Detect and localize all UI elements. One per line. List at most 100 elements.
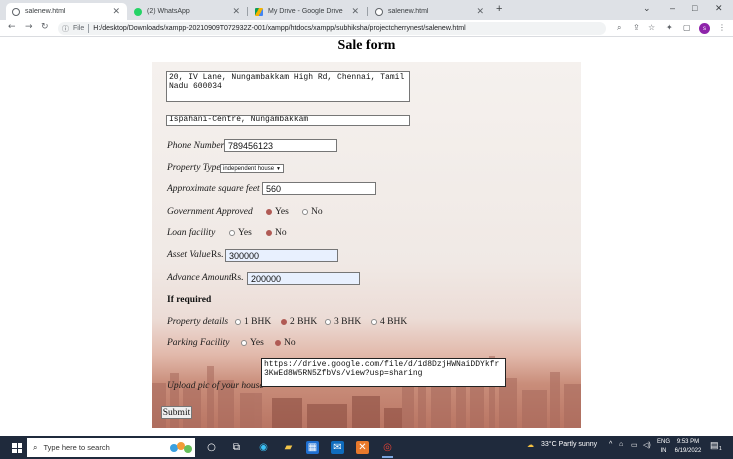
bhk-3-radio[interactable]: 3 BHK <box>325 317 361 327</box>
close-tab-icon[interactable]: ✕ <box>351 6 359 17</box>
advance-unit: Rs. <box>231 273 244 283</box>
loan-label: Loan facility <box>167 228 216 238</box>
sqft-label: Approximate square feet <box>167 184 260 194</box>
govt-approved-no-radio[interactable]: No <box>302 207 323 217</box>
advance-amount-label: Advance Amount <box>167 273 232 283</box>
clock-date: 6/19/2022 <box>674 448 702 454</box>
phone-input[interactable]: 789456123 <box>224 139 337 152</box>
close-tab-icon[interactable]: ✕ <box>232 6 240 17</box>
radio-label: No <box>311 207 323 217</box>
sqft-input[interactable]: 560 <box>262 182 376 195</box>
share-icon[interactable]: ⇪ <box>633 23 640 32</box>
url-divider <box>88 24 90 33</box>
radio-dot <box>325 319 331 325</box>
edge-browser-icon[interactable]: ◉ <box>257 441 270 454</box>
lang-line-2: IN <box>660 448 667 454</box>
info-icon[interactable]: ⓘ <box>62 24 69 34</box>
radio-label: 4 BHK <box>380 317 408 327</box>
reload-icon[interactable]: ↻ <box>41 22 49 32</box>
bhk-2-radio[interactable]: 2 BHK <box>281 317 317 327</box>
profile-avatar[interactable]: s <box>699 23 710 34</box>
parking-no-radio[interactable]: No <box>275 338 296 348</box>
network-icon[interactable]: ⌂ <box>619 441 623 448</box>
upload-link-textarea[interactable]: https://drive.google.com/file/d/1d8DzjHW… <box>261 358 506 387</box>
notification-center-icon[interactable]: ▤ <box>710 440 719 451</box>
govt-approved-yes-radio[interactable]: Yes <box>266 207 289 217</box>
browser-toolbar: ← → ↻ ⓘ File H:/desktop/Downloads/xampp-… <box>0 20 733 37</box>
microsoft-store-icon[interactable]: ▦ <box>306 441 319 454</box>
volume-icon[interactable]: ◁) <box>643 441 651 449</box>
cortana-icon[interactable]: ○ <box>205 441 218 454</box>
radio-label: Yes <box>275 207 289 217</box>
windows-taskbar: ⌕ Type here to search ○ ⧉ ◉ ▰ ▦ ✉ ✕ ◎ ☁ … <box>0 436 733 459</box>
asset-value-label: Asset Value <box>167 250 211 260</box>
tab-search-button[interactable]: ⌄ <box>643 3 651 14</box>
address-bar[interactable]: ⓘ File H:/desktop/Downloads/xampp-202109… <box>58 22 606 35</box>
radio-label: No <box>284 338 296 348</box>
minimize-button[interactable]: – <box>670 3 675 13</box>
forward-arrow-icon[interactable]: → <box>25 22 33 32</box>
radio-label: 3 BHK <box>334 317 362 327</box>
tab-google-drive[interactable]: My Drive - Google Drive ✕ <box>249 3 366 20</box>
xampp-icon[interactable]: ✕ <box>356 441 369 454</box>
loan-yes-radio[interactable]: Yes <box>229 228 252 238</box>
parking-label: Parking Facility <box>167 338 230 348</box>
radio-dot <box>371 319 377 325</box>
close-tab-icon[interactable]: ✕ <box>112 6 120 17</box>
lang-line-1: ENG <box>657 439 671 445</box>
side-panel-icon[interactable]: ▢ <box>683 23 691 32</box>
search-icon: ⌕ <box>33 442 38 452</box>
back-arrow-icon[interactable]: ← <box>8 22 16 32</box>
taskbar-search-box[interactable]: ⌕ Type here to search <box>27 438 195 457</box>
language-indicator[interactable]: ENG IN <box>657 438 670 456</box>
menu-kebab-icon[interactable]: ⋮ <box>718 23 726 32</box>
radio-dot <box>275 340 281 346</box>
bhk-1-radio[interactable]: 1 BHK <box>235 317 271 327</box>
chrome-icon[interactable]: ◎ <box>381 441 394 458</box>
weather-text[interactable]: 33°C Partly sunny <box>541 441 597 448</box>
close-tab-icon[interactable]: ✕ <box>476 6 484 17</box>
weather-icon[interactable]: ☁ <box>527 441 534 449</box>
asset-value-input[interactable]: 300000 <box>225 249 338 262</box>
radio-label: 2 BHK <box>290 317 318 327</box>
task-view-icon[interactable]: ⧉ <box>230 441 243 454</box>
property-type-label: Property Type <box>167 163 221 173</box>
notification-count: 1 <box>719 446 722 452</box>
extensions-puzzle-icon[interactable]: ✦ <box>666 23 673 32</box>
address-textarea[interactable]: 20, IV Lane, Nungambakkam High Rd, Chenn… <box>166 71 410 102</box>
search-highlight-art-icon <box>170 442 192 453</box>
display-icon[interactable]: ▭ <box>631 441 638 449</box>
taskbar-search-placeholder: Type here to search <box>43 443 110 452</box>
google-drive-icon <box>255 7 263 16</box>
page-title: Sale form <box>337 38 396 53</box>
if-required-heading: If required <box>167 295 212 305</box>
maximize-button[interactable]: □ <box>692 3 697 13</box>
radio-dot <box>229 230 235 236</box>
advance-amount-input[interactable]: 200000 <box>247 272 360 285</box>
new-tab-button[interactable]: + <box>496 3 502 15</box>
url-text[interactable]: H:/desktop/Downloads/xampp-20210909T0729… <box>93 25 465 32</box>
system-clock[interactable]: 9:53 PM 6/19/2022 <box>674 438 702 456</box>
file-explorer-icon[interactable]: ▰ <box>282 441 295 454</box>
loan-no-radio[interactable]: No <box>266 228 287 238</box>
clock-time: 9:53 PM <box>676 439 700 445</box>
bhk-4-radio[interactable]: 4 BHK <box>371 317 407 327</box>
property-type-select[interactable]: independent house ▼ <box>220 164 284 173</box>
zoom-search-icon[interactable]: ⌕ <box>617 23 621 33</box>
mail-icon[interactable]: ✉ <box>331 441 344 454</box>
landmark-textarea[interactable]: Ispahani-Centre, Nungambakkam <box>166 115 410 126</box>
show-hidden-icons-chevron-icon[interactable]: ^ <box>609 441 612 448</box>
tab-divider <box>367 7 368 16</box>
radio-dot <box>235 319 241 325</box>
radio-dot <box>281 319 287 325</box>
windows-start-icon[interactable] <box>12 443 22 453</box>
submit-button[interactable]: Submit <box>161 406 192 419</box>
tab-whatsapp[interactable]: (2) WhatsApp ✕ <box>128 3 247 20</box>
bookmark-star-icon[interactable]: ☆ <box>648 23 655 32</box>
tab-salenew[interactable]: salenew.html ✕ <box>369 3 491 20</box>
close-window-button[interactable]: ✕ <box>715 3 723 14</box>
parking-yes-radio[interactable]: Yes <box>241 338 264 348</box>
radio-label: Yes <box>238 228 252 238</box>
globe-icon <box>375 7 383 16</box>
tab-salenew-active[interactable]: salenew.html ✕ <box>6 3 127 20</box>
